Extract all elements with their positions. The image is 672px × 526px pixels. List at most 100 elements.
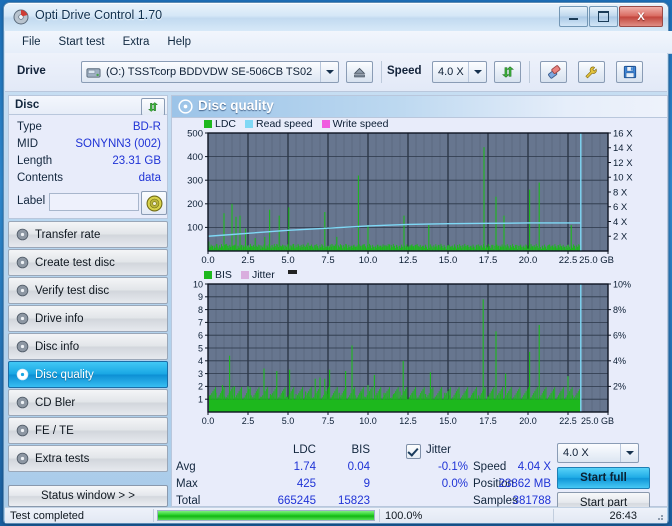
svg-text:2.5: 2.5 bbox=[242, 416, 255, 426]
svg-text:7: 7 bbox=[198, 318, 203, 328]
sidebar-item-label: FE / TE bbox=[35, 424, 74, 437]
stats-col-ldc: LDC bbox=[292, 444, 316, 456]
svg-text:25.0 GB: 25.0 GB bbox=[581, 416, 614, 426]
application-window: Opti Drive Control 1.70 X File Start tes… bbox=[4, 3, 672, 523]
svg-text:17.5: 17.5 bbox=[479, 255, 498, 266]
sidebar-item-label: CD Bler bbox=[35, 396, 76, 409]
svg-text:10%: 10% bbox=[613, 280, 631, 289]
close-button[interactable]: X bbox=[619, 6, 663, 27]
sidebar-item-transfer-rate[interactable]: Transfer rate bbox=[8, 221, 168, 248]
disc-icon bbox=[9, 368, 35, 381]
disc-row-key: Contents bbox=[17, 172, 64, 184]
disc-icon bbox=[9, 396, 35, 409]
menu-item-file[interactable]: File bbox=[13, 34, 50, 50]
disc-icon bbox=[13, 9, 29, 25]
menu-bar: File Start test Extra Help bbox=[5, 31, 672, 54]
close-icon: X bbox=[637, 10, 645, 23]
sidebar-item-fe-te[interactable]: FE / TE bbox=[8, 417, 168, 444]
refresh-speed-button[interactable] bbox=[494, 61, 521, 83]
refresh-icon bbox=[147, 101, 159, 112]
title-bar: Opti Drive Control 1.70 X bbox=[4, 3, 668, 31]
svg-text:2: 2 bbox=[198, 382, 203, 392]
sidebar-item-drive-info[interactable]: Drive info bbox=[8, 305, 168, 332]
legend-swatch-write-speed bbox=[321, 120, 330, 128]
minimize-icon bbox=[569, 18, 578, 20]
resize-grip-icon[interactable] bbox=[654, 511, 664, 521]
sidebar-item-label: Disc quality bbox=[35, 368, 94, 381]
drive-label: Drive bbox=[17, 65, 46, 77]
disc-row-mid: MID SONYNN3 (002) bbox=[9, 138, 169, 154]
drive-icon bbox=[86, 67, 101, 78]
disc-refresh-button[interactable] bbox=[141, 97, 165, 116]
stats-total-ldc: 665245 bbox=[277, 495, 316, 507]
jitter-label: Jitter bbox=[426, 444, 451, 456]
speed-value: 4.04 X bbox=[517, 461, 551, 473]
svg-text:2 X: 2 X bbox=[613, 232, 628, 243]
stats-avg-ldc: 1.74 bbox=[293, 461, 316, 473]
sidebar-item-disc-quality[interactable]: Disc quality bbox=[8, 361, 168, 388]
svg-text:16 X: 16 X bbox=[613, 129, 633, 139]
menu-item-extra[interactable]: Extra bbox=[114, 34, 159, 50]
svg-text:9: 9 bbox=[198, 292, 203, 302]
test-speed-select[interactable]: 4.0 X bbox=[557, 443, 639, 463]
svg-text:1: 1 bbox=[198, 395, 203, 405]
svg-text:12 X: 12 X bbox=[613, 158, 633, 169]
svg-text:2.5: 2.5 bbox=[241, 255, 254, 266]
drive-select-value: (O:) TSSTcorp BDDVDW SE-506CB TS02 bbox=[106, 66, 313, 78]
ldc-read-speed-chart: LDC Read speed Write speed 100 200 300 400 5… bbox=[172, 117, 667, 272]
save-button[interactable] bbox=[616, 61, 643, 83]
svg-text:5: 5 bbox=[198, 343, 203, 353]
stats-total-bis: 15823 bbox=[338, 495, 370, 507]
disc-info-panel: Type BD-R MID SONYNN3 (002) Length 23.31… bbox=[8, 115, 168, 219]
drive-select[interactable]: (O:) TSSTcorp BDDVDW SE-506CB TS02 bbox=[81, 61, 339, 83]
legend-swatch-ldc bbox=[204, 120, 212, 128]
sidebar-item-label: Verify test disc bbox=[35, 284, 110, 297]
chevron-down-icon bbox=[620, 444, 638, 462]
sidebar-item-disc-info[interactable]: Disc info bbox=[8, 333, 168, 360]
tools-icon bbox=[585, 66, 597, 78]
svg-text:15.0: 15.0 bbox=[439, 416, 457, 426]
svg-text:15.0: 15.0 bbox=[439, 255, 458, 266]
disc-row-type: Type BD-R bbox=[9, 121, 169, 137]
stats-row-key-avg: Avg bbox=[176, 461, 196, 473]
start-full-button[interactable]: Start full bbox=[557, 467, 650, 489]
jitter-checkbox[interactable] bbox=[406, 444, 421, 459]
save-icon bbox=[623, 65, 636, 79]
status-window-button[interactable]: Status window > > bbox=[8, 485, 168, 507]
svg-text:0.0: 0.0 bbox=[202, 416, 215, 426]
legend-swatch-bis bbox=[204, 271, 212, 279]
menu-item-help[interactable]: Help bbox=[158, 34, 200, 50]
svg-text:300: 300 bbox=[187, 176, 203, 187]
sidebar-item-verify-test-disc[interactable]: Verify test disc bbox=[8, 277, 168, 304]
chevron-down-icon bbox=[468, 62, 486, 82]
svg-text:8%: 8% bbox=[613, 305, 626, 315]
progress-bar bbox=[157, 510, 375, 521]
stats-avg-bis: 0.04 bbox=[347, 461, 370, 473]
jitter-avg-value: -0.1% bbox=[437, 461, 468, 473]
tools-button[interactable] bbox=[578, 61, 605, 83]
menu-item-start-test[interactable]: Start test bbox=[50, 34, 114, 50]
disc-detail-button[interactable] bbox=[141, 191, 167, 215]
disc-row-contents: Contents data bbox=[9, 172, 169, 188]
sidebar-nav: Transfer rate Create test disc Verify te… bbox=[8, 221, 168, 473]
speed-select[interactable]: 4.0 X bbox=[432, 61, 487, 83]
disc-icon bbox=[9, 312, 35, 325]
disc-label-input[interactable] bbox=[49, 193, 139, 211]
sidebar-item-create-test-disc[interactable]: Create test disc bbox=[8, 249, 168, 276]
sidebar-item-label: Disc info bbox=[35, 340, 80, 353]
svg-text:5.0: 5.0 bbox=[281, 255, 294, 266]
disc-icon bbox=[9, 284, 35, 297]
sidebar-item-extra-tests[interactable]: Extra tests bbox=[8, 445, 168, 472]
erase-button[interactable] bbox=[540, 61, 567, 83]
sidebar-item-cd-bler[interactable]: CD Bler bbox=[8, 389, 168, 416]
bis-jitter-chart: BIS Jitter 1 2 3 4 5 6 7 8 9 10 2% 4% 6% 8% 10% 0.0 2.5 5… bbox=[172, 268, 667, 433]
stats-row-key-max: Max bbox=[176, 478, 198, 490]
legend-swatch-jitter bbox=[240, 271, 249, 279]
window-buttons: X bbox=[559, 6, 663, 27]
maximize-button[interactable] bbox=[589, 6, 618, 27]
disc-icon bbox=[9, 424, 35, 437]
disc-row-value: data bbox=[138, 172, 161, 184]
eject-button[interactable] bbox=[346, 61, 373, 83]
minimize-button[interactable] bbox=[559, 6, 588, 27]
disc-icon bbox=[9, 340, 35, 353]
